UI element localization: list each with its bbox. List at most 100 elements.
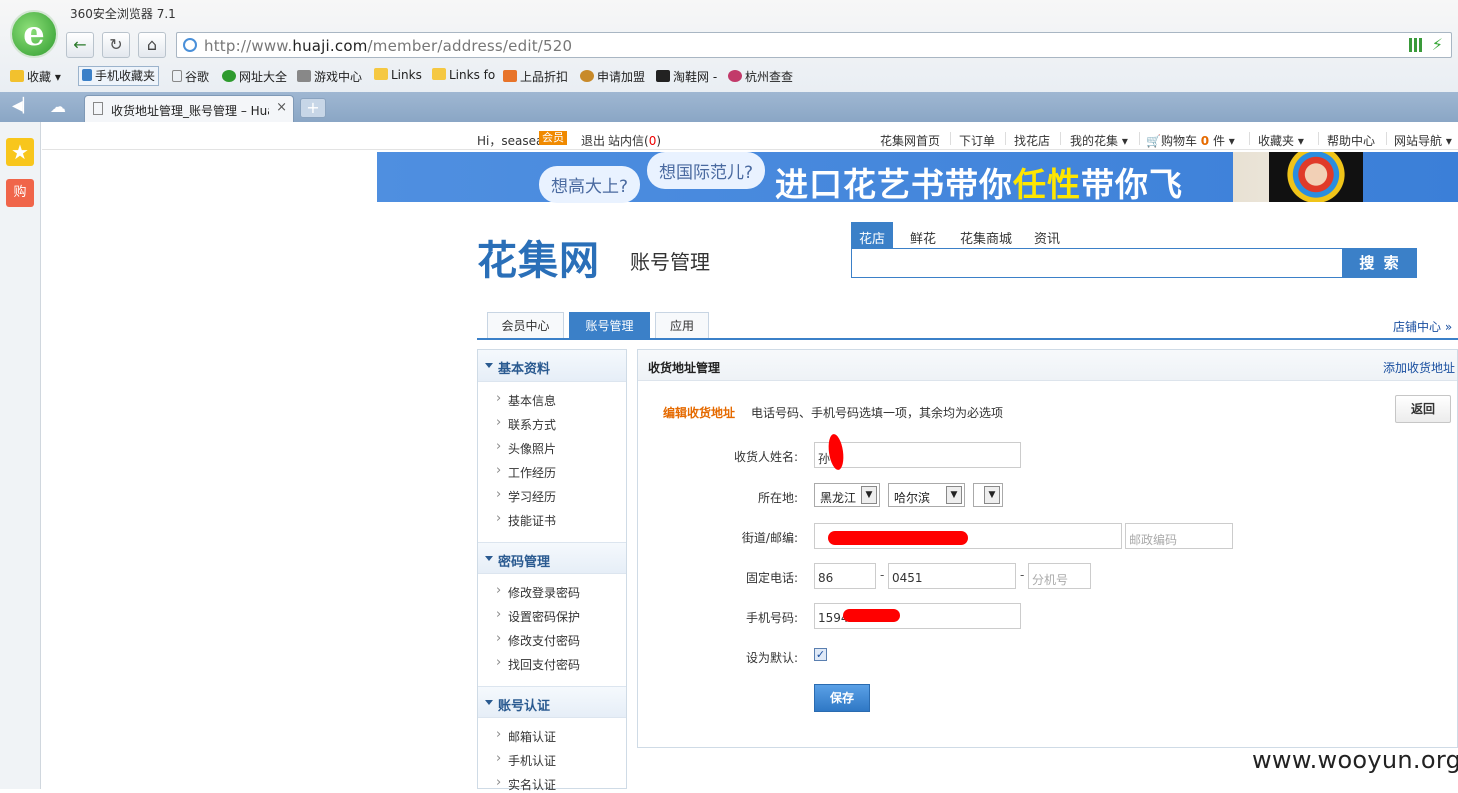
banner-bubble: 想国际范儿? bbox=[647, 152, 766, 189]
logout-link[interactable]: 退出 bbox=[581, 132, 605, 149]
divider bbox=[1005, 132, 1006, 145]
search-tab-news[interactable]: 资讯 bbox=[1026, 222, 1068, 249]
order-link[interactable]: 下订单 bbox=[959, 132, 995, 149]
city-select[interactable]: 哈尔滨 ▼ bbox=[888, 483, 965, 507]
phone-label: 固定电话: bbox=[745, 571, 798, 585]
postcode-input[interactable]: 邮政编码 bbox=[1125, 523, 1233, 549]
shopping-icon[interactable]: 购 bbox=[6, 179, 34, 207]
province-select[interactable]: 黑龙江 ▼ bbox=[814, 483, 880, 507]
sidebar-toggle-icon[interactable]: ◀▏ bbox=[12, 98, 34, 114]
menu-item-realname-verify[interactable]: 实名认证 bbox=[496, 775, 556, 793]
new-tab-button[interactable]: + bbox=[300, 98, 326, 118]
site-topbar: Hi，seasea 会员 退出 站内信(0) 花集网首页 下订单 找花店 我的花… bbox=[42, 126, 1458, 150]
tab-member-center[interactable]: 会员中心 bbox=[487, 312, 564, 339]
search-tab-shops[interactable]: 花店 bbox=[851, 222, 894, 249]
browser-toolbar: e 360安全浏览器 7.1 ← ↻ ⌂ http://www.huaji.co… bbox=[0, 0, 1458, 92]
bookmark-links-fo[interactable]: Links fo bbox=[432, 68, 495, 82]
menu-item-basic-info[interactable]: 基本信息 bbox=[496, 391, 556, 409]
favorites-star-icon[interactable]: ★ bbox=[6, 138, 34, 166]
bookmark-hangzhou[interactable]: 杭州查查 bbox=[728, 68, 793, 85]
menu-item-work[interactable]: 工作经历 bbox=[496, 463, 556, 481]
tabs-underline bbox=[477, 338, 1458, 340]
menu-section-verify[interactable]: 账号认证 bbox=[478, 686, 626, 718]
search-button[interactable]: 搜 索 bbox=[1343, 248, 1417, 278]
cloud-icon[interactable]: ☁ bbox=[50, 97, 66, 116]
find-shop-link[interactable]: 找花店 bbox=[1014, 132, 1050, 149]
qrcode-icon[interactable] bbox=[1409, 38, 1423, 52]
browser-tab[interactable]: 收货地址管理_账号管理 – Hua × bbox=[84, 95, 294, 122]
my-huaji-menu[interactable]: 我的花集 ▾ bbox=[1070, 132, 1128, 149]
shop-center-link[interactable]: 店铺中心 » bbox=[1393, 318, 1452, 335]
bookmark-hao[interactable]: 网址大全 bbox=[222, 68, 287, 85]
tab-account[interactable]: 账号管理 bbox=[569, 312, 650, 339]
phone-icon bbox=[82, 69, 92, 81]
bookmark-favorites[interactable]: 收藏 ▾ bbox=[10, 68, 61, 85]
menu-section-basic[interactable]: 基本资料 bbox=[478, 350, 626, 382]
page-icon bbox=[93, 102, 103, 115]
url-domain: huaji.com bbox=[292, 37, 368, 55]
menu-item-phone-verify[interactable]: 手机认证 bbox=[496, 751, 556, 769]
home-link[interactable]: 花集网首页 bbox=[880, 132, 940, 149]
site-logo[interactable]: 花集网 bbox=[477, 228, 600, 286]
favorites-menu[interactable]: 收藏夹 ▾ bbox=[1258, 132, 1304, 149]
browser-logo-icon: e bbox=[10, 10, 58, 58]
menu-item-skills[interactable]: 技能证书 bbox=[496, 511, 556, 529]
watermark: www.wooyun.org bbox=[1252, 746, 1458, 774]
menu-item-email-verify[interactable]: 邮箱认证 bbox=[496, 727, 556, 745]
back-button[interactable]: 返回 bbox=[1395, 395, 1451, 423]
close-icon[interactable]: × bbox=[276, 100, 287, 115]
back-arrow-icon[interactable]: ← bbox=[66, 32, 94, 58]
divider bbox=[1318, 132, 1319, 145]
district-select[interactable]: ▼ bbox=[973, 483, 1003, 507]
chevron-down-icon: ▼ bbox=[861, 486, 877, 504]
dash-separator: - bbox=[1020, 568, 1025, 582]
menu-item-recover-pay-password[interactable]: 找回支付密码 bbox=[496, 655, 580, 673]
location-label: 所在地: bbox=[757, 491, 798, 505]
tao-icon bbox=[656, 70, 670, 82]
phone-number-input[interactable]: 0451 bbox=[888, 563, 1016, 589]
site-nav-menu[interactable]: 网站导航 ▾ bbox=[1394, 132, 1452, 149]
menu-item-login-password[interactable]: 修改登录密码 bbox=[496, 583, 580, 601]
messages-link[interactable]: 站内信(0) bbox=[608, 132, 661, 149]
menu-item-pay-password[interactable]: 修改支付密码 bbox=[496, 631, 580, 649]
save-button[interactable]: 保存 bbox=[814, 684, 870, 712]
home-icon[interactable]: ⌂ bbox=[138, 32, 166, 58]
recipient-name-input[interactable]: 孙 bbox=[814, 442, 1021, 468]
refresh-icon[interactable]: ↻ bbox=[102, 32, 130, 58]
phone-country-input[interactable]: 86 bbox=[814, 563, 876, 589]
member-badge: 会员 bbox=[539, 131, 567, 145]
speed-mode-icon[interactable]: ⚡ bbox=[1432, 35, 1443, 54]
shop-icon bbox=[503, 70, 517, 82]
banner-model-image bbox=[1269, 152, 1363, 202]
help-link[interactable]: 帮助中心 bbox=[1327, 132, 1375, 149]
name-label: 收货人姓名: bbox=[733, 450, 798, 464]
cart-link[interactable]: 🛒购物车 0 件 ▾ bbox=[1146, 132, 1235, 149]
menu-item-education[interactable]: 学习经历 bbox=[496, 487, 556, 505]
add-address-link[interactable]: 添加收货地址 bbox=[1383, 359, 1455, 376]
search-tab-flowers[interactable]: 鲜花 bbox=[902, 222, 944, 249]
menu-item-avatar[interactable]: 头像照片 bbox=[496, 439, 556, 457]
menu-item-contact[interactable]: 联系方式 bbox=[496, 415, 556, 433]
search-tab-mall[interactable]: 花集商城 bbox=[952, 222, 1020, 249]
menu-section-password[interactable]: 密码管理 bbox=[478, 542, 626, 574]
search-input[interactable] bbox=[851, 248, 1343, 278]
bookmark-google[interactable]: 谷歌 bbox=[172, 68, 209, 85]
tab-apps[interactable]: 应用 bbox=[655, 312, 709, 339]
address-bar[interactable]: http://www.huaji.com/member/address/edit… bbox=[176, 32, 1452, 58]
bookmark-mobile[interactable]: 手机收藏夹 bbox=[78, 66, 160, 86]
divider bbox=[1386, 132, 1387, 145]
panel-header: 收货地址管理 添加收货地址 bbox=[638, 350, 1457, 381]
url-prefix: http://www. bbox=[204, 37, 293, 55]
bookmark-games[interactable]: 游戏中心 bbox=[297, 68, 362, 85]
bookmark-join[interactable]: 申请加盟 bbox=[580, 68, 645, 85]
bookmark-taoxie[interactable]: 淘鞋网 - bbox=[656, 68, 717, 85]
bookmark-links[interactable]: Links bbox=[374, 68, 422, 82]
promo-banner[interactable]: 想高大上? 想国际范儿? 进口花艺书带你任性带你飞 bbox=[377, 152, 1458, 204]
default-checkbox[interactable]: ✓ bbox=[814, 648, 827, 661]
menu-item-security-question[interactable]: 设置密码保护 bbox=[496, 607, 580, 625]
bookmark-shangpin[interactable]: 上品折扣 bbox=[503, 68, 568, 85]
tab-title: 收货地址管理_账号管理 – Hua bbox=[111, 104, 269, 118]
mobile-label: 手机号码: bbox=[745, 611, 798, 625]
phone-ext-input[interactable]: 分机号 bbox=[1028, 563, 1091, 589]
divider bbox=[1249, 132, 1250, 145]
